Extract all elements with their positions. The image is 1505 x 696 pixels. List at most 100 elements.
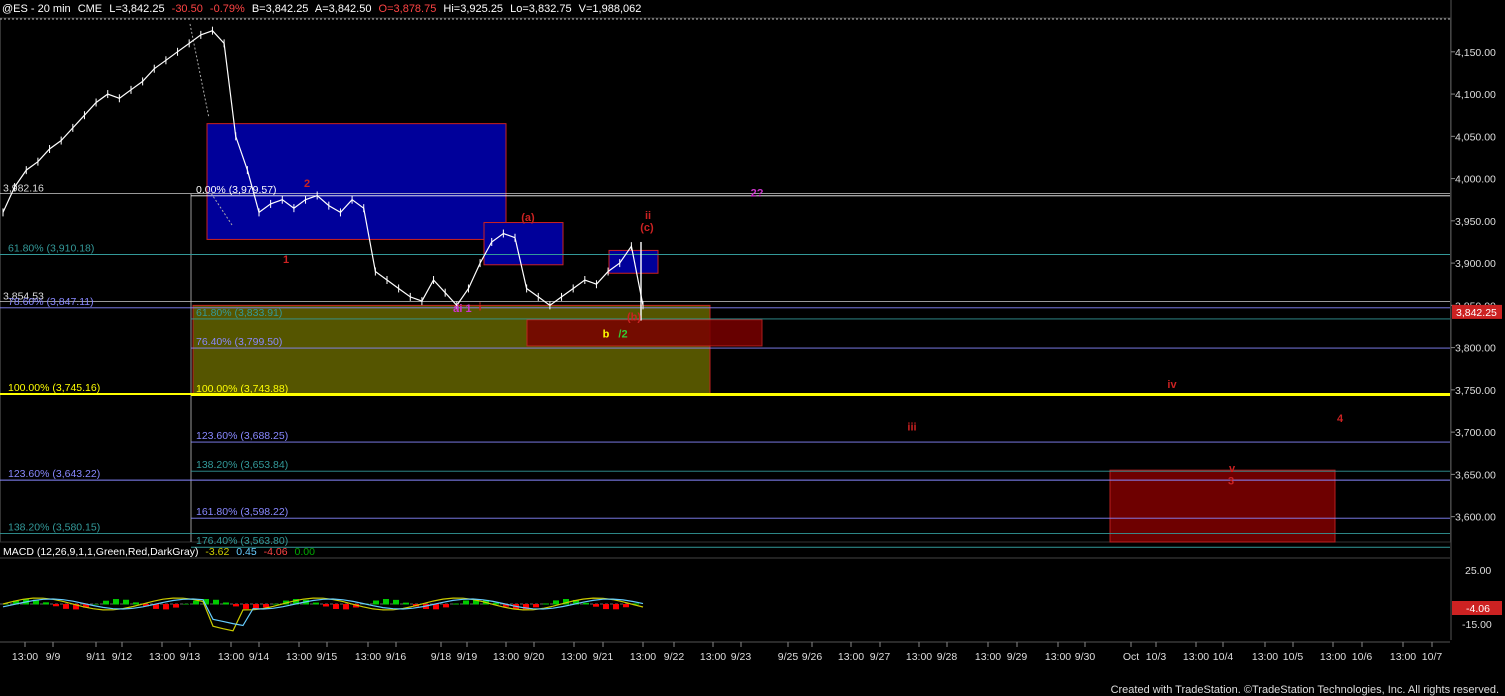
x-tick-label: 9/9 [46,651,61,663]
x-tick-label: 13:00 [286,651,312,663]
macd-histogram-bar [443,604,449,608]
macd-histogram-bar [583,602,589,605]
macd-value-1: -3.62 [205,546,230,558]
bid-price: B=3,842.25 [251,3,309,15]
low-price: Lo=3,832.75 [510,3,572,15]
wave-label: i [478,301,481,313]
macd-histogram-bar [543,603,549,605]
macd-histogram-bar [383,599,389,605]
x-tick-label: 13:00 [218,651,244,663]
macd-histogram-bar [233,604,239,607]
x-tick-label: 9/15 [317,651,338,663]
macd-histogram-bar [333,604,339,609]
wave-label: b [603,328,610,340]
x-tick-label: 9/25 [778,651,799,663]
fib-label: 0.00% (3,979.57) [196,184,277,196]
x-tick-label: 9/21 [593,651,614,663]
macd-histogram-bar [133,602,139,605]
x-tick-label: 13:00 [975,651,1001,663]
macd-signal-line [2,598,644,627]
macd-histogram-bar [273,603,279,605]
open-price: O=3,878.75 [378,3,437,15]
fib-label: 138.20% (3,580.15) [8,521,100,533]
macd-histogram-bar [53,604,59,607]
x-tick-label: 9/23 [731,651,752,663]
macd-histogram-bar [123,599,129,605]
wave-label: 1 [283,254,289,266]
wave-label: (b) [627,312,641,324]
x-tick-label: 9/30 [1075,651,1096,663]
macd-value-flag-label: -4.06 [1466,603,1490,615]
macd-histogram-bar [113,599,119,605]
macd-histogram-bar [63,604,69,609]
y-tick-label: 3,950.00 [1455,216,1496,228]
symbol-header: @ES - 20 min CME L=3,842.25 -30.50 -0.79… [2,3,645,15]
macd-histogram-bar [623,604,629,608]
x-tick-label: 9/29 [1007,651,1028,663]
x-tick-label: 13:00 [149,651,175,663]
y-tick-label: 4,150.00 [1455,47,1496,59]
fib-label: 123.60% (3,688.25) [196,430,288,442]
x-tick-label: 10/5 [1283,651,1304,663]
x-tick-label: 13:00 [700,651,726,663]
x-tick-label: 9/22 [664,651,685,663]
time-axis[interactable]: 13:00 9/9 9/11 9/12 13:00 9/13 13:00 9/14 13:00 9… [0,641,1450,663]
price-axis[interactable]: 4,150.00 4,100.00 4,050.00 4,000.00 3,950.00… [1450,0,1502,640]
macd-histogram-bar [183,603,189,605]
y-tick-label: 3,800.00 [1455,343,1496,355]
y-tick-label: 3,700.00 [1455,427,1496,439]
y-tick-label: 3,900.00 [1455,258,1496,270]
price-chart[interactable]: 3,982.163,854.530.00% (3,979.57)61.80% (… [0,0,1505,696]
x-tick-label: 13:00 [12,651,38,663]
projection-line [189,23,210,119]
high-price: Hi=3,925.25 [443,3,504,15]
x-tick-label: 9/13 [180,651,201,663]
x-tick-label: 10/7 [1422,651,1443,663]
macd-histogram-bar [613,604,619,610]
macd-histogram-bar [223,602,229,605]
copyright-footer: Created with TradeStation. ©TradeStation… [1110,684,1499,696]
price-level-label: 3,982.16 [3,183,44,195]
wave-label: (c) [640,222,654,234]
macd-pane: 25.00 -15.00 -4.06 [0,557,1502,632]
macd-histogram-bar [163,604,169,610]
x-tick-label: 13:00 [838,651,864,663]
red-target-box [1109,469,1336,543]
wave-label: iv [1167,379,1177,391]
exchange-label: CME [77,3,103,15]
wave-label: 2? [751,187,764,199]
macd-histogram-bar [553,600,559,605]
red-zone-box-small [526,319,763,347]
x-tick-label: 9/16 [386,651,407,663]
net-change: -30.50 [171,3,203,15]
x-tick-label: 13:00 [1183,651,1209,663]
macd-histogram-bar [533,604,539,608]
x-tick-label: 9/28 [937,651,958,663]
pct-change: -0.79% [209,3,245,15]
macd-histogram-bar [213,599,219,605]
x-tick-label: 10/4 [1213,651,1234,663]
x-tick-label: 13:00 [630,651,656,663]
last-price-flag-label: 3,842.25 [1456,307,1497,319]
wave-label: v [1229,463,1236,475]
x-tick-label: 9/26 [802,651,823,663]
macd-histogram-bar [403,602,409,605]
x-tick-label: 10/3 [1146,651,1167,663]
macd-label: MACD (12,26,9,1,1,Green,Red,DarkGray) [3,546,199,558]
macd-histogram-bar [603,604,609,610]
x-tick-label: 9/19 [457,651,478,663]
macd-histogram-bar [343,604,349,610]
x-tick-label: 13:00 [1320,651,1346,663]
macd-histogram-bar [463,600,469,605]
macd-histogram-bar [173,604,179,608]
x-tick-label: 9/18 [431,651,452,663]
x-tick-label: 13:00 [355,651,381,663]
x-tick-label: 9/27 [870,651,891,663]
y-tick-label: 4,050.00 [1455,131,1496,143]
y-tick-label: 3,600.00 [1455,512,1496,524]
macd-histogram-bar [373,600,379,605]
macd-histogram-bar [43,602,49,605]
macd-line [2,597,644,632]
wave-label: (a) [521,212,535,224]
x-tick-label: 13:00 [561,651,587,663]
